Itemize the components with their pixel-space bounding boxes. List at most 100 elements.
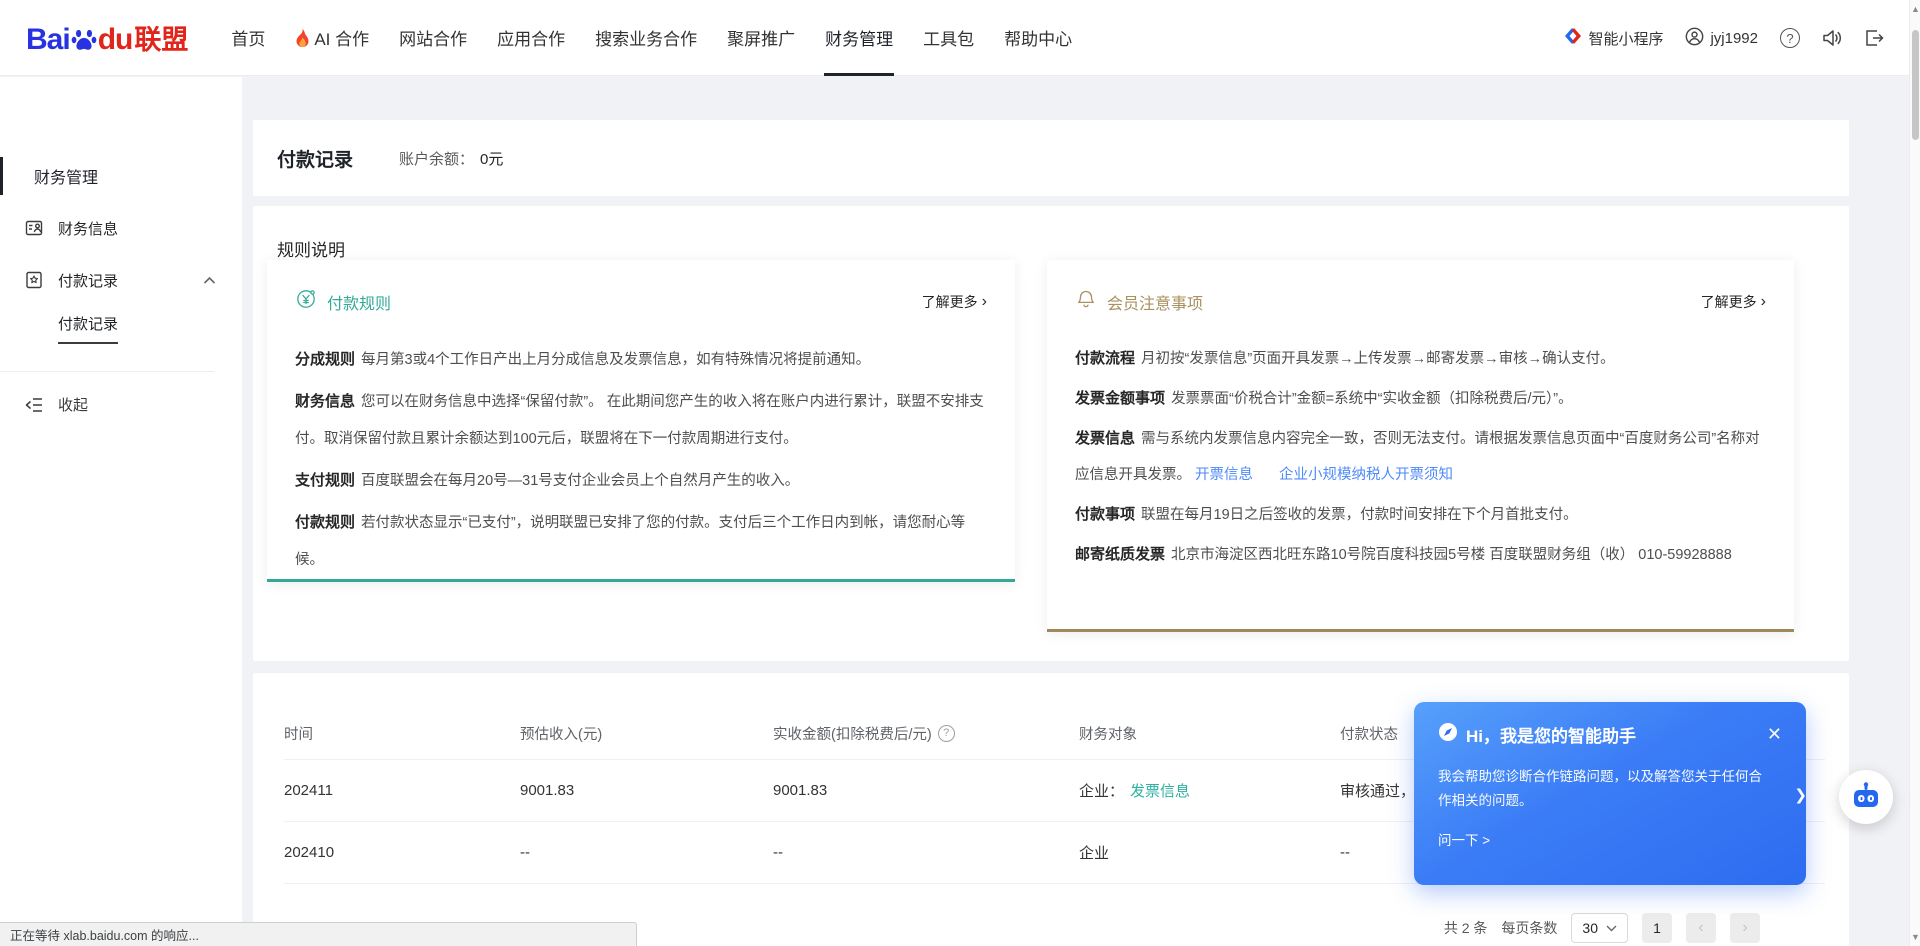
close-icon[interactable]: ✕	[1767, 724, 1782, 745]
scrollbar-thumb[interactable]	[1912, 30, 1919, 140]
menu-item-home[interactable]: 首页	[216, 0, 280, 76]
logo-text-bai: Bai	[26, 23, 70, 57]
scroll-down-arrow-icon[interactable]: ▼	[1910, 930, 1920, 944]
payment-rules-icon	[295, 288, 317, 315]
sidebar-subitem-payment-record[interactable]: 付款记录	[58, 311, 242, 345]
card-title-row: 付款规则 了解更多›	[295, 288, 987, 315]
logout-icon[interactable]	[1864, 28, 1884, 48]
rule-term: 支付规则	[295, 472, 355, 489]
help-icon[interactable]: ?	[1780, 28, 1800, 48]
sidebar-collapse-button[interactable]: 收起	[0, 394, 242, 415]
prev-page-button[interactable]: ‹	[1686, 913, 1716, 943]
sidebar-item-label: 财务信息	[58, 218, 118, 239]
rule-paragraph: 财务信息您可以在财务信息中选择“保留付款”。 在此期间您产生的收入将在账户内进行…	[295, 383, 987, 458]
invoice-info-link[interactable]: 开票信息	[1195, 467, 1253, 483]
next-page-button[interactable]: ›	[1730, 913, 1760, 943]
rule-text: 发票票面“价税合计”金额=系统中“实收金额（扣除税费后/元）”。	[1171, 391, 1573, 407]
scroll-up-arrow-icon[interactable]: ▲	[1910, 2, 1920, 16]
per-page-value: 30	[1582, 920, 1598, 936]
rule-paragraph: 付款规则若付款状态显示“已支付”，说明联盟已安排了您的付款。支付后三个工作日内到…	[295, 504, 987, 579]
invoice-info-table-link[interactable]: 发票信息	[1130, 783, 1190, 800]
rule-text: 月初按“发票信息”页面开具发票→上传发票→邮寄发票→审核→确认支付。	[1141, 351, 1615, 367]
ask-now-link[interactable]: 问一下 >	[1438, 829, 1782, 849]
menu-label: 搜索业务合作	[595, 25, 697, 50]
info-icon[interactable]: ?	[938, 725, 955, 742]
pagination: 共 2 条 每页条数 30 1 ‹ ›	[1444, 913, 1760, 943]
payment-rules-card: 付款规则 了解更多› 分成规则每月第3或4个工作日产出上月分成信息及发票信息，如…	[267, 260, 1015, 582]
rule-text: 若付款状态显示“已支付”，说明联盟已安排了您的付款。支付后三个工作日内到帐，请您…	[295, 515, 965, 568]
menu-item-ai[interactable]: AI 合作	[280, 0, 384, 76]
rule-term: 付款事项	[1075, 506, 1135, 523]
sidebar-divider	[0, 371, 214, 372]
cell-estimated: --	[520, 844, 773, 861]
menu-label: AI 合作	[314, 25, 369, 50]
assistant-popup: Hi，我是您的智能助手 ✕ 我会帮助您诊断合作链路问题，以及解答您关于任何合作相…	[1414, 702, 1806, 885]
user-account[interactable]: jyj1992	[1685, 27, 1758, 50]
chevron-down-icon	[1606, 925, 1617, 932]
rule-term: 发票信息	[1075, 430, 1135, 447]
cell-target: 企业	[1079, 842, 1340, 863]
menu-label: 工具包	[923, 25, 974, 50]
cell-estimated: 9001.83	[520, 782, 773, 799]
learn-more-label: 了解更多	[922, 292, 978, 312]
assistant-robot-button[interactable]	[1839, 770, 1893, 824]
rule-paragraph: 付款事项联盟在每月19日之后签收的发票，付款时间安排在下个月首批支付。	[1075, 497, 1766, 533]
chevron-up-icon[interactable]	[203, 276, 216, 285]
menu-item-website[interactable]: 网站合作	[384, 0, 482, 76]
user-icon	[1685, 27, 1704, 50]
menu-label: 聚屏推广	[727, 25, 795, 50]
menu-item-app[interactable]: 应用合作	[482, 0, 580, 76]
per-page-select[interactable]: 30	[1571, 913, 1628, 943]
learn-more-link-left[interactable]: 了解更多›	[922, 292, 987, 312]
sidebar-item-finance-info[interactable]: 财务信息	[0, 209, 242, 247]
mini-program-label: 智能小程序	[1588, 28, 1663, 49]
menu-item-search-biz[interactable]: 搜索业务合作	[580, 0, 712, 76]
assistant-message: 我会帮助您诊断合作链路问题，以及解答您关于任何合作相关的问题。	[1438, 765, 1768, 813]
rule-text: 每月第3或4个工作日产出上月分成信息及发票信息，如有特殊情况将提前通知。	[361, 352, 870, 368]
page-scrollbar[interactable]: ▲ ▼	[1909, 0, 1920, 946]
sidebar-section-finance[interactable]: 财务管理	[0, 157, 242, 195]
payment-rules-title: 付款规则	[327, 290, 391, 314]
col-time: 时间	[284, 723, 520, 744]
robot-icon	[1849, 780, 1883, 814]
baidu-union-logo[interactable]: Bai du 联盟	[26, 18, 188, 57]
per-page-label: 每页条数	[1501, 918, 1557, 938]
rule-paragraph: 发票信息需与系统内发票信息内容完全一致，否则无法支付。请根据发票信息页面中“百度…	[1075, 421, 1766, 493]
col-actual: 实收金额(扣除税费后/元)?	[773, 723, 1079, 744]
compass-icon	[1438, 722, 1458, 747]
chevron-right-icon: ›	[982, 294, 987, 310]
learn-more-link-right[interactable]: 了解更多›	[1701, 292, 1766, 312]
mini-program-entry[interactable]: 智能小程序	[1564, 27, 1663, 49]
flame-icon	[295, 29, 310, 47]
rule-term: 邮寄纸质发票	[1075, 546, 1165, 563]
sidebar-item-label: 付款记录	[58, 270, 118, 291]
col-target: 财务对象	[1079, 723, 1340, 744]
page-number-button[interactable]: 1	[1642, 913, 1672, 943]
menu-label: 应用合作	[497, 25, 565, 50]
balance-label: 账户余额：	[399, 151, 474, 168]
total-count: 共 2 条	[1444, 918, 1488, 938]
menu-label: 首页	[231, 25, 265, 50]
menu-item-juping[interactable]: 聚屏推广	[712, 0, 810, 76]
small-taxpayer-notice-link[interactable]: 企业小规模纳税人开票须知	[1279, 467, 1453, 483]
menu-item-toolkit[interactable]: 工具包	[908, 0, 989, 76]
sidebar-item-payment-record[interactable]: 付款记录	[0, 261, 242, 299]
page-header-panel: 付款记录 账户余额：0元	[253, 120, 1849, 196]
username-label: jyj1992	[1710, 30, 1758, 47]
paw-icon	[71, 27, 97, 61]
rule-paragraph: 支付规则百度联盟会在每月20号—31号支付企业会员上个自然月产生的收入。	[295, 462, 987, 500]
rule-text: 联盟在每月19日之后签收的发票，付款时间安排在下个月首批支付。	[1141, 507, 1578, 523]
member-notice-card: 会员注意事项 了解更多› 付款流程月初按“发票信息”页面开具发票→上传发票→邮寄…	[1047, 260, 1794, 632]
learn-more-label: 了解更多	[1701, 292, 1757, 312]
speaker-icon[interactable]	[1822, 28, 1842, 48]
menu-item-finance[interactable]: 财务管理	[810, 0, 908, 76]
menu-item-help[interactable]: 帮助中心	[989, 0, 1087, 76]
cell-time: 202410	[284, 844, 520, 861]
rule-paragraph: 发票金额事项发票票面“价税合计”金额=系统中“实收金额（扣除税费后/元）”。	[1075, 381, 1766, 417]
sidebar-section-label: 财务管理	[34, 164, 98, 188]
rule-paragraph: 邮寄纸质发票北京市海淀区西北旺东路10号院百度科技园5号楼 百度联盟财务组（收）…	[1075, 537, 1766, 573]
popup-edge-arrow-icon[interactable]: ❯	[1794, 786, 1807, 804]
menu-label: 财务管理	[825, 25, 893, 50]
card-title-row: 会员注意事项 了解更多›	[1075, 288, 1766, 315]
sidebar-subitem-label: 付款记录	[58, 313, 118, 344]
